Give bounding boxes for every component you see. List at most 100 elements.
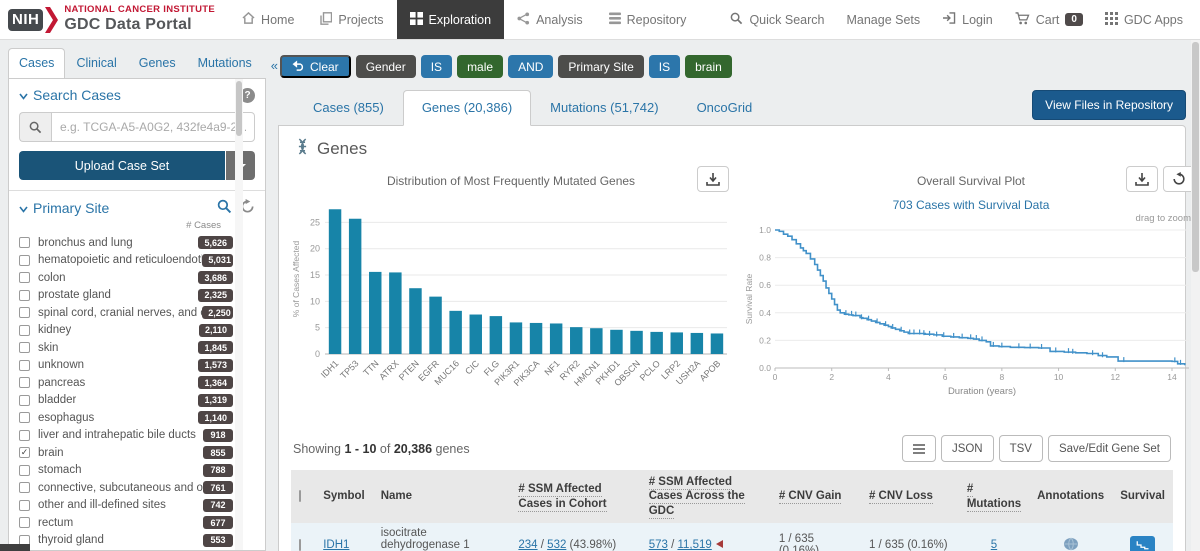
mutations-count-link[interactable]: 5 xyxy=(991,539,997,551)
search-cases-header[interactable]: Search Cases ? xyxy=(19,87,255,103)
genes-table: SymbolName# SSM Affected Cases in Cohort… xyxy=(291,470,1173,551)
util-login[interactable]: Login xyxy=(931,0,1004,39)
nav-item-home[interactable]: Home xyxy=(229,0,307,39)
nav-item-projects[interactable]: Projects xyxy=(307,0,396,39)
column-settings-button[interactable] xyxy=(902,435,936,462)
column-header-survival[interactable]: Survival xyxy=(1112,470,1173,523)
facet-item-unknown[interactable]: unknown1,573 xyxy=(9,357,265,375)
checkbox[interactable] xyxy=(19,517,30,528)
query-pill-value[interactable]: male xyxy=(457,55,503,78)
checkbox[interactable]: ✓ xyxy=(19,447,30,458)
facet-item-brain[interactable]: ✓brain855 xyxy=(9,444,265,462)
save-edit-gene-set-button[interactable]: Save/Edit Gene Set xyxy=(1048,435,1171,462)
checkbox[interactable] xyxy=(19,342,30,353)
tab-cases[interactable]: Cases (855) xyxy=(294,90,403,126)
overall-survival-plot[interactable]: 0.00.20.40.60.81.002468101214Duration (y… xyxy=(745,224,1197,402)
checkbox[interactable] xyxy=(19,465,30,476)
survival-cases-link[interactable]: 703 Cases with Survival Data xyxy=(745,198,1197,212)
facet-item-bronchus-and-lung[interactable]: bronchus and lung5,626 xyxy=(9,234,265,252)
column-header-ssm-affected-cases-in-cohort[interactable]: # SSM Affected Cases in Cohort xyxy=(510,470,640,523)
facet-item-prostate-gland[interactable]: prostate gland2,325 xyxy=(9,287,265,305)
facet-item-spinal-cord-cranial-nerves-and-other-[interactable]: spinal cord, cranial nerves, and other..… xyxy=(9,304,265,322)
undo-icon xyxy=(292,60,305,74)
util-quick-search[interactable]: Quick Search xyxy=(719,0,835,39)
checkbox[interactable] xyxy=(19,482,30,493)
column-header-cnv-gain[interactable]: # CNV Gain xyxy=(771,470,861,523)
checkbox[interactable] xyxy=(19,237,30,248)
sidebar-tab-cases[interactable]: Cases xyxy=(8,48,65,79)
sidebar-tab-clinical[interactable]: Clinical xyxy=(65,48,127,79)
gene-symbol-link[interactable]: IDH1 xyxy=(323,539,349,551)
checkbox[interactable] xyxy=(19,325,30,336)
export-json-button[interactable]: JSON xyxy=(941,435,994,462)
query-pill-op[interactable]: IS xyxy=(421,55,452,78)
util-gdc-apps[interactable]: GDC Apps xyxy=(1094,0,1194,39)
column-header-name[interactable]: Name xyxy=(373,470,511,523)
column-header-symbol[interactable]: Symbol xyxy=(315,470,373,523)
column-header-ssm-affected-cases-across-the-gdc[interactable]: # SSM Affected Cases Across the GDC xyxy=(641,470,771,523)
sidebar-scrollbar[interactable] xyxy=(235,79,243,550)
facet-item-stomach[interactable]: stomach788 xyxy=(9,462,265,480)
case-search-input[interactable] xyxy=(51,112,255,142)
annotations-icon[interactable] xyxy=(1063,542,1079,551)
export-tsv-button[interactable]: TSV xyxy=(999,435,1043,462)
tab-genes[interactable]: Genes (20,386) xyxy=(403,90,531,126)
facet-item-esophagus[interactable]: esophagus1,140 xyxy=(9,409,265,427)
checkbox[interactable] xyxy=(19,255,30,266)
query-pill-field[interactable]: Gender xyxy=(356,55,416,78)
column-header-annotations[interactable]: Annotations xyxy=(1029,470,1112,523)
facet-item-connective-subcutaneous-and-other-s-[interactable]: connective, subcutaneous and other s...7… xyxy=(9,479,265,497)
checkbox[interactable] xyxy=(19,430,30,441)
facet-item-other-and-ill-defined-sites[interactable]: other and ill-defined sites742 xyxy=(9,497,265,515)
tab-oncogrid[interactable]: OncoGrid xyxy=(678,90,772,126)
query-pill-op[interactable]: AND xyxy=(508,55,553,78)
facet-item-bladder[interactable]: bladder1,319 xyxy=(9,392,265,410)
facet-item-pancreas[interactable]: pancreas1,364 xyxy=(9,374,265,392)
nav-item-exploration[interactable]: Exploration xyxy=(397,0,505,39)
view-files-in-repository-button[interactable]: View Files in Repository xyxy=(1032,90,1186,120)
download-icon[interactable] xyxy=(1126,166,1158,192)
checkbox[interactable] xyxy=(19,412,30,423)
page-scrollbar[interactable] xyxy=(1191,40,1200,551)
affected-cases-link[interactable]: 234 xyxy=(518,539,537,551)
facet-item-thyroid-gland[interactable]: thyroid gland553 xyxy=(9,532,265,550)
query-pill-value[interactable]: brain xyxy=(685,55,732,78)
query-pill-op[interactable]: IS xyxy=(649,55,680,78)
query-pill-field[interactable]: Primary Site xyxy=(558,55,643,78)
download-icon[interactable] xyxy=(697,166,729,192)
checkbox[interactable] xyxy=(19,307,30,318)
util-cart[interactable]: Cart0 xyxy=(1004,0,1094,39)
tab-mutations[interactable]: Mutations (51,742) xyxy=(531,90,677,126)
facet-item-skin[interactable]: skin1,845 xyxy=(9,339,265,357)
nav-item-analysis[interactable]: Analysis xyxy=(504,0,596,39)
checkbox[interactable] xyxy=(19,360,30,371)
sidebar-tab-genes[interactable]: Genes xyxy=(128,48,187,79)
column-header-mutations[interactable]: # Mutations xyxy=(959,470,1029,523)
select-all-checkbox[interactable] xyxy=(299,490,301,502)
facet-item-kidney[interactable]: kidney2,110 xyxy=(9,322,265,340)
facet-item-liver-and-intrahepatic-bile-ducts[interactable]: liver and intrahepatic bile ducts918 xyxy=(9,427,265,445)
checkbox[interactable] xyxy=(19,377,30,388)
survival-plot-button[interactable] xyxy=(1130,536,1155,551)
checkbox[interactable] xyxy=(19,500,30,511)
facet-search-icon[interactable] xyxy=(217,199,232,217)
checkbox[interactable] xyxy=(19,290,30,301)
upload-case-set-button[interactable]: Upload Case Set xyxy=(19,151,225,180)
util-manage-sets[interactable]: Manage Sets xyxy=(835,0,931,39)
gdc-affected-link[interactable]: 573 xyxy=(649,539,668,551)
brand[interactable]: NIH NATIONAL CANCER INSTITUTE GDC Data P… xyxy=(8,0,229,39)
gdc-total-link[interactable]: 11,519 xyxy=(677,539,711,551)
column-header-cnv-loss[interactable]: # CNV Loss xyxy=(861,470,959,523)
facet-item-colon[interactable]: colon3,686 xyxy=(9,269,265,287)
facet-item-rectum[interactable]: rectum677 xyxy=(9,514,265,532)
row-select-cell xyxy=(291,523,315,551)
clear-filters-button[interactable]: Clear xyxy=(280,55,351,78)
facet-item-hematopoietic-and-reticuloendothelial-[interactable]: hematopoietic and reticuloendothelial...… xyxy=(9,252,265,270)
nav-item-repository[interactable]: Repository xyxy=(596,0,700,39)
cohort-total-link[interactable]: 532 xyxy=(547,539,566,551)
sidebar-tab-mutations[interactable]: Mutations xyxy=(187,48,263,79)
checkbox[interactable] xyxy=(19,395,30,406)
mutated-genes-bar-chart[interactable]: 0510152025% of Cases AffectedIDH1TP53TTN… xyxy=(291,196,731,420)
checkbox[interactable] xyxy=(19,272,30,283)
row-checkbox[interactable] xyxy=(299,539,301,551)
